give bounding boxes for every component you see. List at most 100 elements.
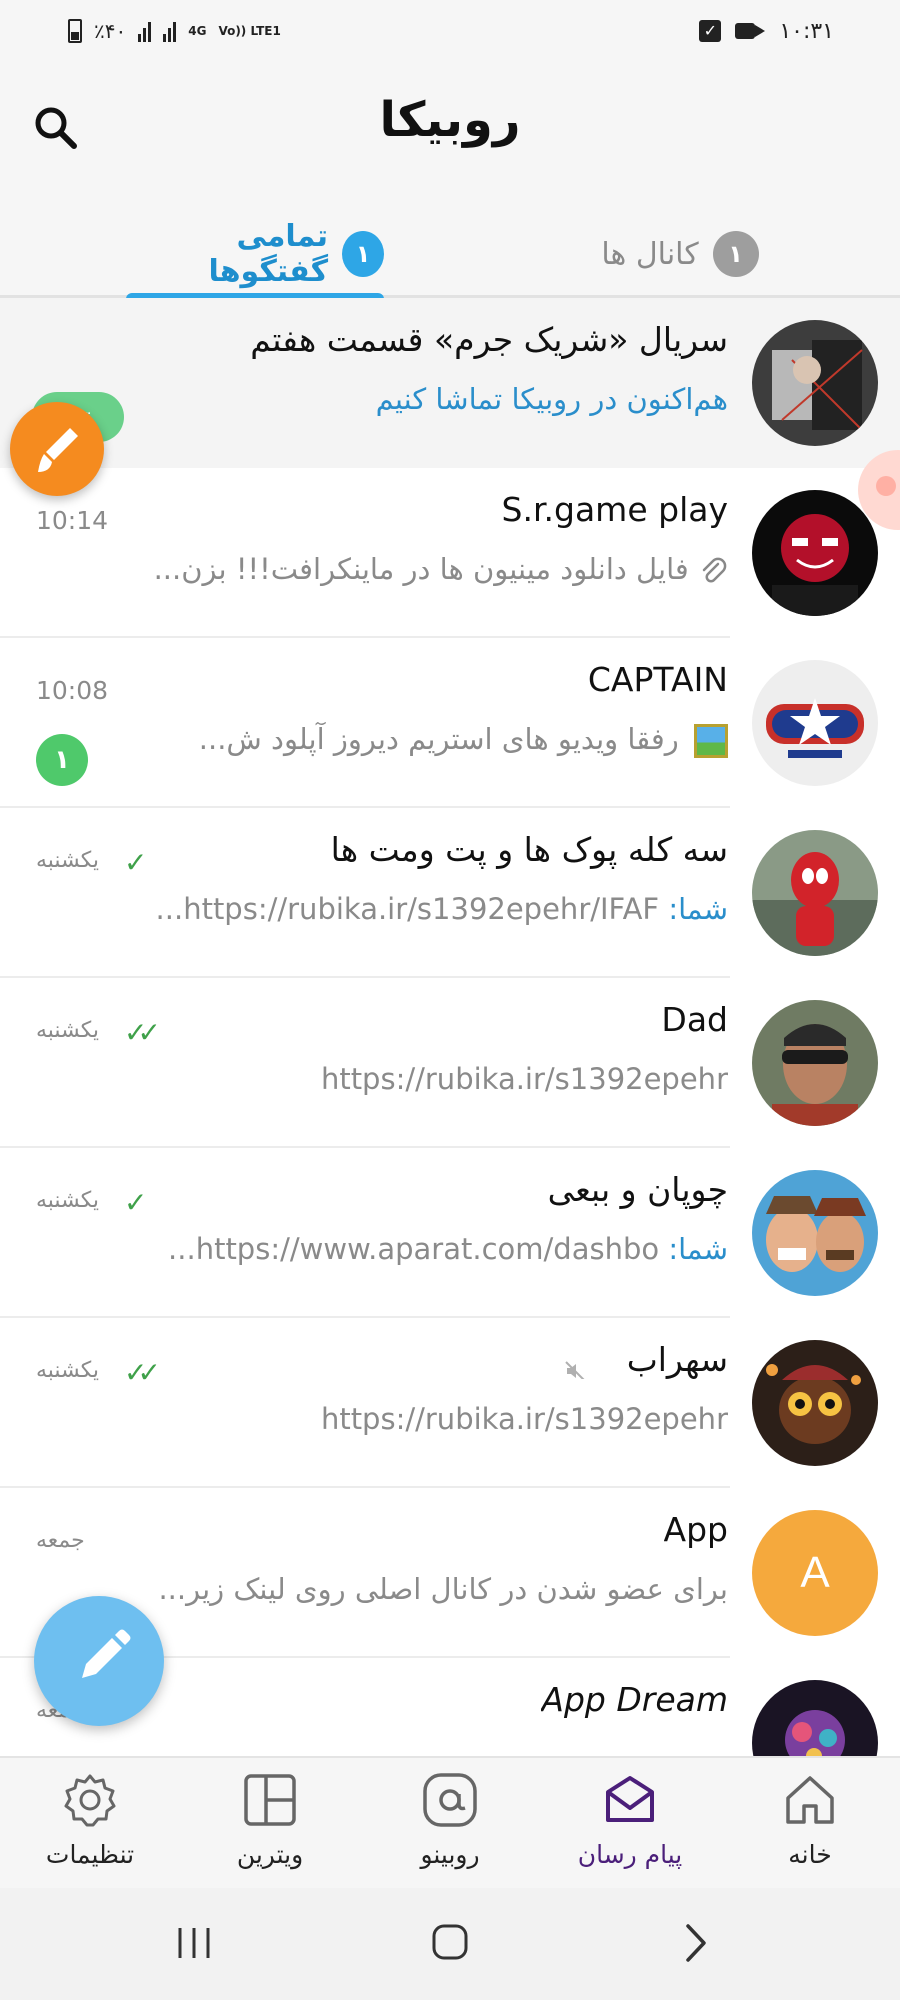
chat-name: چوپان و ببعی xyxy=(547,1170,728,1209)
recents-icon xyxy=(178,1928,210,1958)
brush-icon xyxy=(38,428,78,472)
tab-channels[interactable]: ۱ کانال ها xyxy=(580,210,780,298)
envelope-icon xyxy=(606,1776,654,1822)
chat-item-captain[interactable]: CAPTAIN 10:08 رفقا ویدیو های استریم دیرو… xyxy=(0,638,900,808)
chat-preview: فایل دانلود مینیون ها در ماینکرافت!!! بز… xyxy=(38,552,728,586)
chat-name-text: سهراب xyxy=(626,1340,728,1379)
avatar xyxy=(752,660,878,786)
status-right: ✓ ۱۰:۳۱ xyxy=(699,14,834,48)
chat-item-group-pokha[interactable]: سه کله پوک ها و پت ومت ها یکشنبه ✓ شما: … xyxy=(0,808,900,978)
chat-day: یکشنبه xyxy=(36,848,99,873)
chat-name: سهراب xyxy=(564,1340,728,1379)
image-thumbnail-icon xyxy=(694,724,728,758)
chat-day: یکشنبه xyxy=(36,1188,99,1213)
back-button[interactable] xyxy=(666,1918,726,1968)
bottom-nav: تنظیمات ویترین روبینو پیام رسان خانه xyxy=(0,1756,900,1888)
chat-preview: https://rubika.ir/s1392epehr xyxy=(320,1062,728,1096)
app-header: روبیکا ۱ تمامی گفتگوها ۱ کانال ها xyxy=(0,62,900,301)
avatar xyxy=(752,1000,878,1126)
brush-button[interactable] xyxy=(10,402,104,496)
battery-icon xyxy=(68,19,82,43)
chat-name: App Dream xyxy=(541,1680,728,1719)
chat-name: سریال «شریک جرم» قسمت هفتم xyxy=(250,320,728,359)
chat-preview: رفقا ویدیو های استریم دیروز آپلود ش... xyxy=(38,722,728,758)
compose-button[interactable] xyxy=(34,1596,164,1726)
signal-icon-2 xyxy=(163,20,177,42)
chat-list[interactable]: سریال «شریک جرم» قسمت هفتم هم‌اکنون در ر… xyxy=(0,298,900,1756)
chevron-right-icon xyxy=(686,1924,706,1962)
video-camera-icon xyxy=(735,21,766,41)
network-type: 4G xyxy=(188,24,207,38)
chat-name: سه کله پوک ها و پت ومت ها xyxy=(330,830,728,869)
chat-day: یکشنبه xyxy=(36,1358,99,1383)
tab-label: تمامی گفتگوها xyxy=(208,219,329,289)
paperclip-icon xyxy=(698,556,728,586)
nav-label: روبینو xyxy=(420,1840,480,1869)
chat-name: CAPTAIN xyxy=(587,660,728,699)
avatar: A xyxy=(752,1510,878,1636)
recents-button[interactable] xyxy=(164,1918,224,1968)
tab-all-chats[interactable]: ۱ تمامی گفتگوها xyxy=(126,210,384,301)
home-icon xyxy=(786,1776,834,1824)
home-system-button[interactable] xyxy=(420,1918,480,1968)
nav-label: پیام رسان xyxy=(577,1840,683,1869)
battery-text: ٪۴۰ xyxy=(94,19,127,43)
at-sign-icon xyxy=(423,1773,477,1827)
nav-rubino[interactable]: روبینو xyxy=(360,1758,540,1890)
pencil-icon xyxy=(82,1629,131,1678)
chat-time: 10:14 xyxy=(36,506,109,535)
layout-icon xyxy=(244,1774,296,1826)
tab-label: کانال ها xyxy=(601,236,699,272)
system-nav-bar xyxy=(0,1888,900,2000)
check-box-icon: ✓ xyxy=(699,20,722,42)
sent-check-icon: ✓ xyxy=(124,846,148,879)
status-left: ٪۴۰ 4G Vo)) LTE1 xyxy=(68,14,281,48)
chat-preview-text: رفقا ویدیو های استریم دیروز آپلود ش... xyxy=(198,722,679,756)
status-bar: ٪۴۰ 4G Vo)) LTE1 ✓ ۱۰:۳۱ xyxy=(0,0,900,62)
avatar xyxy=(752,490,878,616)
status-time: ۱۰:۳۱ xyxy=(779,18,834,44)
tab-badge: ۱ xyxy=(712,231,759,277)
chat-item-sohrab[interactable]: سهراب یکشنبه ✓✓ https://rubika.ir/s1392e… xyxy=(0,1318,900,1488)
chat-item-srgame[interactable]: S.r.game play 10:14 فایل دانلود مینیون ه… xyxy=(0,468,900,638)
avatar xyxy=(752,1170,878,1296)
chat-name: App xyxy=(663,1510,728,1549)
read-check-icon: ✓✓ xyxy=(124,1356,161,1389)
chat-preview: هم‌اکنون در روبیکا تماشا کنیم xyxy=(375,382,728,416)
avatar xyxy=(752,830,878,956)
chat-preview: https://rubika.ir/s1392epehr xyxy=(320,1402,728,1436)
chat-time: 10:08 xyxy=(36,676,109,705)
signal-icon xyxy=(138,20,152,42)
avatar xyxy=(752,320,878,446)
gear-icon xyxy=(64,1774,116,1827)
home-square-icon xyxy=(432,1924,468,1960)
chat-day: یکشنبه xyxy=(36,1018,99,1043)
sent-check-icon: ✓ xyxy=(124,1186,148,1219)
chat-preview: شما: https://rubika.ir/s1392epehr/IFAF..… xyxy=(38,892,728,926)
avatar-letter: A xyxy=(800,1548,830,1597)
chat-item-dad[interactable]: Dad یکشنبه ✓✓ https://rubika.ir/s1392epe… xyxy=(0,978,900,1148)
nav-home[interactable]: خانه xyxy=(720,1758,900,1890)
chat-preview-text: https://www.aparat.com/dashbo... xyxy=(168,1232,660,1266)
mute-icon xyxy=(564,1351,586,1379)
avatar xyxy=(752,1680,878,1756)
chat-name: S.r.game play xyxy=(501,490,728,529)
chat-preview: شما: https://www.aparat.com/dashbo... xyxy=(38,1232,728,1266)
page-title: روبیکا xyxy=(379,92,521,148)
chat-day: جمعه xyxy=(36,1528,85,1553)
chat-item-choopan[interactable]: چوپان و ببعی یکشنبه ✓ شما: https://www.a… xyxy=(0,1148,900,1318)
chat-item-pinned-series[interactable]: سریال «شریک جرم» قسمت هفتم هم‌اکنون در ر… xyxy=(0,298,900,468)
you-prefix: شما: xyxy=(668,1232,728,1266)
read-check-icon: ✓✓ xyxy=(124,1016,161,1049)
nav-label: خانه xyxy=(788,1840,832,1869)
tab-badge: ۱ xyxy=(342,231,384,277)
chat-preview-text: https://rubika.ir/s1392epehr/IFAF... xyxy=(155,892,660,926)
nav-messenger[interactable]: پیام رسان xyxy=(540,1758,720,1890)
nav-label: ویترین xyxy=(236,1840,304,1869)
avatar xyxy=(752,1340,878,1466)
nav-label: تنظیمات xyxy=(45,1840,135,1869)
nav-showcase[interactable]: ویترین xyxy=(180,1758,360,1890)
chat-name: Dad xyxy=(661,1000,728,1039)
volte-indicator: Vo)) LTE1 xyxy=(218,24,281,38)
nav-settings[interactable]: تنظیمات xyxy=(0,1758,180,1890)
